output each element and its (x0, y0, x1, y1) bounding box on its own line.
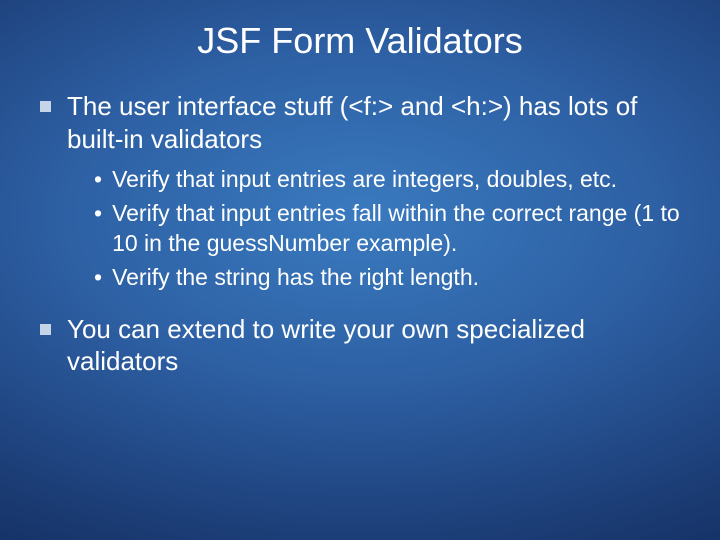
bullet-text: Verify that input entries fall within th… (112, 199, 680, 259)
square-bullet-icon (40, 101, 51, 112)
bullet-level1: You can extend to write your own special… (40, 313, 680, 378)
bullet-text: You can extend to write your own special… (67, 313, 680, 378)
dot-bullet-icon: • (94, 199, 102, 229)
bullet-level2: • Verify that input entries fall within … (94, 199, 680, 259)
square-bullet-icon (40, 324, 51, 335)
slide-title: JSF Form Validators (40, 20, 680, 62)
dot-bullet-icon: • (94, 165, 102, 195)
bullet-text: The user interface stuff (<f:> and <h:>)… (67, 90, 680, 155)
bullet-level2: • Verify the string has the right length… (94, 263, 680, 293)
bullet-text: Verify the string has the right length. (112, 263, 680, 293)
bullet-level1: The user interface stuff (<f:> and <h:>)… (40, 90, 680, 155)
sub-bullet-group: • Verify that input entries are integers… (40, 165, 680, 293)
bullet-text: Verify that input entries are integers, … (112, 165, 680, 195)
slide: JSF Form Validators The user interface s… (0, 0, 720, 540)
dot-bullet-icon: • (94, 263, 102, 293)
bullet-level2: • Verify that input entries are integers… (94, 165, 680, 195)
